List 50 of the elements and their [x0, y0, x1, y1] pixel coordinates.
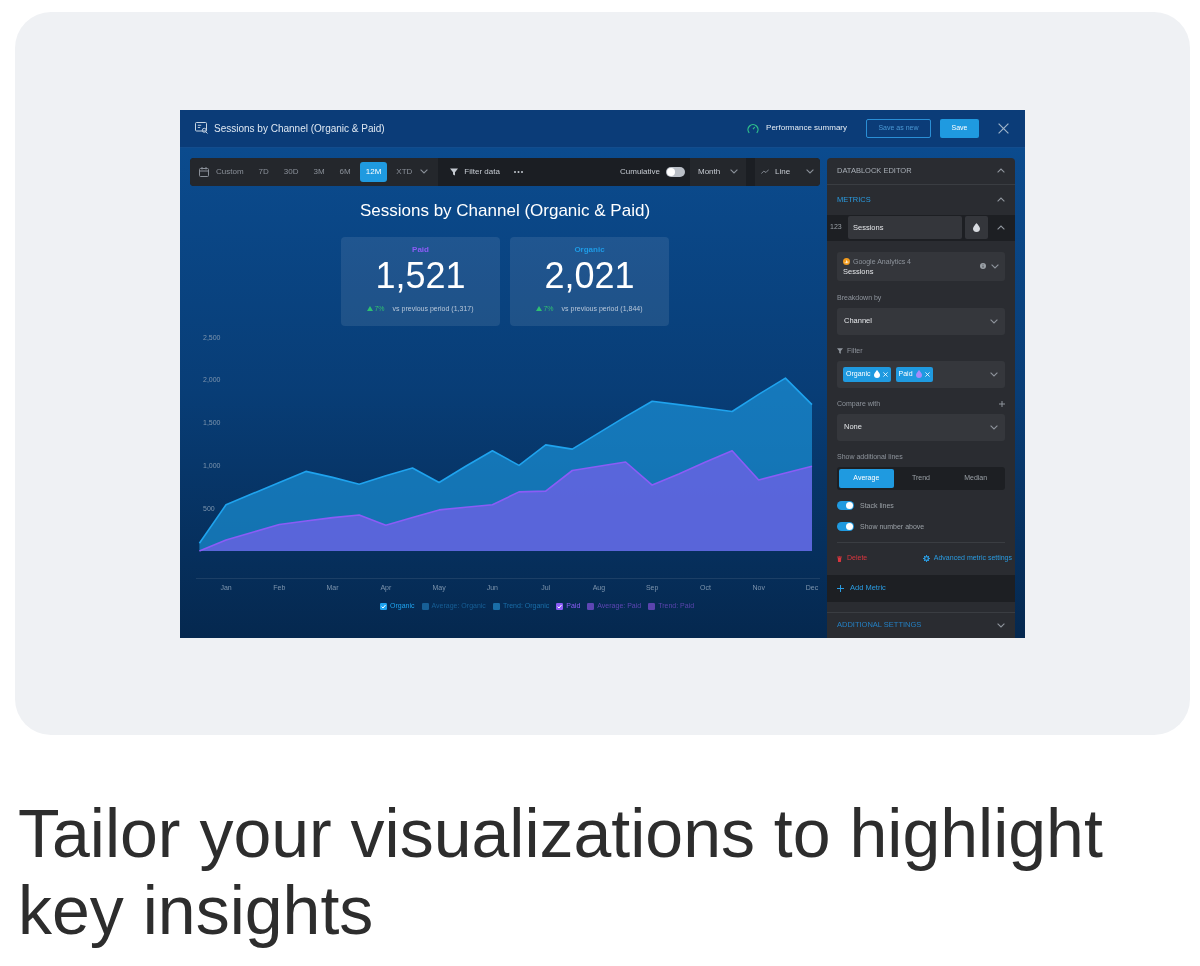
- chart-type-select[interactable]: Line: [755, 157, 820, 186]
- interval-select[interactable]: Month: [690, 157, 746, 186]
- chevron-down-icon: [730, 169, 738, 174]
- close-icon: [882, 371, 888, 377]
- range-button[interactable]: 6M: [333, 161, 357, 182]
- color-button[interactable]: [965, 216, 988, 239]
- calendar-icon: [199, 166, 209, 177]
- trash-icon: [837, 555, 842, 562]
- close-icon[interactable]: [998, 122, 1009, 134]
- range-button[interactable]: XTD: [390, 161, 419, 182]
- funnel-icon: [837, 347, 843, 354]
- droplet-icon: [973, 223, 980, 232]
- toggle-switch[interactable]: [666, 166, 685, 177]
- chevron-down-icon: [990, 318, 998, 324]
- trend-up-icon: [536, 305, 543, 311]
- chevron-down-icon[interactable]: [420, 169, 429, 174]
- chevron-down-icon: [806, 169, 814, 174]
- chevron-down-icon: [990, 424, 998, 430]
- info-icon: [980, 263, 986, 269]
- gauge-icon: [747, 122, 760, 134]
- toggle-switch[interactable]: [837, 522, 854, 531]
- dashboard-icon: [195, 122, 208, 134]
- settings-icon: [922, 555, 930, 562]
- more-icon[interactable]: [513, 170, 523, 173]
- plus-icon[interactable]: [999, 400, 1005, 407]
- window-title: Sessions by Channel (Organic & Paid): [214, 121, 385, 136]
- line-chart-icon: [761, 169, 769, 174]
- close-icon: [924, 371, 930, 377]
- heading: Tailor your visualizations to highlight key insights: [18, 795, 1104, 949]
- chevron-up-icon[interactable]: [997, 225, 1005, 230]
- chevron-down-icon: [990, 371, 998, 377]
- chart-title: Sessions by Channel (Organic & Paid): [358, 200, 652, 221]
- filter-button[interactable]: Filter data: [450, 165, 500, 178]
- chevron-down-icon: [991, 263, 999, 269]
- kpi-label: Organic: [574, 244, 605, 255]
- range-button[interactable]: 12M: [359, 161, 388, 182]
- range-button[interactable]: 7D: [252, 161, 275, 182]
- trend-up-icon: [367, 305, 374, 311]
- plus-icon: [837, 584, 844, 592]
- analytics-icon: [843, 257, 850, 265]
- toggle-switch[interactable]: [837, 501, 854, 510]
- kpi-value: 1,521: [375, 254, 466, 297]
- range-button[interactable]: 3M: [307, 161, 331, 182]
- performance-summary-link[interactable]: Performance summary: [747, 122, 847, 134]
- funnel-icon: [450, 167, 459, 176]
- kpi-value: 2,021: [544, 254, 635, 297]
- toggle-label: Cumulative: [620, 165, 660, 178]
- kpi-label: Paid: [412, 244, 429, 255]
- range-button[interactable]: 30D: [277, 161, 305, 182]
- range-button[interactable]: Custom: [210, 161, 250, 182]
